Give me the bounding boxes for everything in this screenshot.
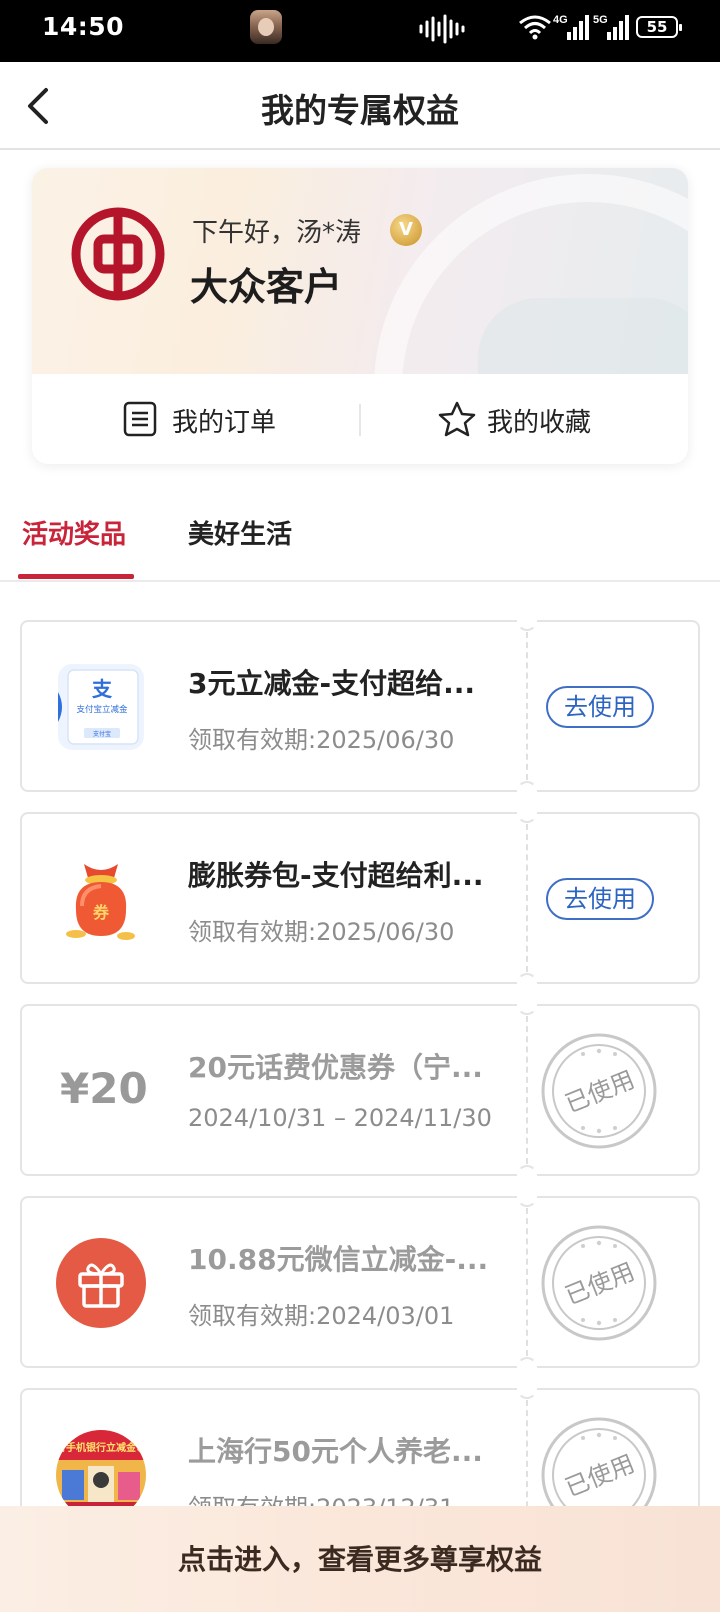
coupon-notch xyxy=(517,973,537,993)
member-card-header: 下午好，汤*涛 V 大众客户 xyxy=(32,168,688,374)
sound-wave-icon xyxy=(419,14,465,44)
coupon-notch xyxy=(517,1357,537,1377)
thumb-glyph-text: 支 xyxy=(92,677,113,701)
net-5g-label: 5G xyxy=(593,14,608,26)
my-favorites-label: 我的收藏 xyxy=(487,408,592,438)
thumb-caption-text: 支付宝立减金 xyxy=(76,704,128,715)
net-4g-label: 4G xyxy=(553,14,568,26)
boc-logo-icon xyxy=(71,207,165,301)
coupon-notch xyxy=(517,1379,537,1399)
coupon-title: 膨胀券包-支付超给利... xyxy=(188,859,484,892)
use-coupon-button[interactable]: 去使用 xyxy=(546,878,654,920)
coupon-notch xyxy=(517,611,537,631)
coupon-card[interactable]: 券 膨胀券包-支付超给利... 领取有效期:2025/06/30 去使用 xyxy=(20,803,700,993)
status-time: 14:50 xyxy=(42,12,125,41)
member-level: 大众客户 xyxy=(190,264,343,309)
active-tab-indicator xyxy=(18,574,134,579)
card-watermark-icon xyxy=(374,174,688,374)
coupon-title: 上海行50元个人养老... xyxy=(188,1435,483,1468)
tab-activity-prizes[interactable]: 活动奖品 xyxy=(22,514,126,551)
coupon-notch xyxy=(517,1165,537,1185)
signal-5g-icon: 5G xyxy=(593,14,629,40)
coupon-divider xyxy=(526,1208,528,1356)
coupon-card[interactable]: 支 支付宝立减金 支付宝 3元立减金-支付超给... 领取有效期:2025/06… xyxy=(20,611,700,801)
status-avatar-icon xyxy=(250,10,282,44)
coupon-validity: 2024/10/31 – 2024/11/30 xyxy=(188,1104,492,1132)
nav-bar: 我的专属权益 xyxy=(0,62,720,150)
coupon-price: ¥20 xyxy=(60,1064,148,1113)
greeting-text: 下午好，汤*涛 xyxy=(192,218,362,248)
coupon-notch xyxy=(517,781,537,801)
coupon-notch xyxy=(517,803,537,823)
coupon-notch xyxy=(517,995,537,1015)
more-benefits-text: 点击进入，查看更多尊享权益 xyxy=(177,1543,542,1576)
tab-bar: 活动奖品 美好生活 xyxy=(0,490,720,582)
coupon-title: 3元立减金-支付超给... xyxy=(188,667,476,700)
coupon-validity: 领取有效期:2024/03/01 xyxy=(188,1302,455,1330)
coupon-notch xyxy=(517,1187,537,1207)
tab-good-life[interactable]: 美好生活 xyxy=(188,514,292,551)
coupon-validity: 领取有效期:2025/06/30 xyxy=(188,918,455,946)
coupon-card[interactable]: ¥20 20元话费优惠券（宁... 2024/10/31 – 2024/11/3… xyxy=(20,995,700,1185)
status-bar: 14:50 4G 5G 55 xyxy=(0,0,720,62)
my-favorites-button[interactable]: 我的收藏 xyxy=(360,374,688,464)
coupon-bag-icon: 券 xyxy=(66,864,135,940)
vip-badge-icon: V xyxy=(390,214,422,246)
thumb-caption-text: 银行手机银行立减金领取 xyxy=(56,1441,146,1454)
page-title: 我的专属权益 xyxy=(261,91,459,130)
coupon-divider xyxy=(526,632,528,780)
alipay-voucher-icon: 支 支付宝立减金 支付宝 xyxy=(58,664,144,750)
thumb-brand-text: 支付宝 xyxy=(93,730,111,738)
wifi-icon xyxy=(519,15,551,40)
coupon-divider xyxy=(526,1016,528,1164)
coupon-validity: 领取有效期:2025/06/30 xyxy=(188,726,455,754)
coupon-title: 10.88元微信立减金-... xyxy=(188,1243,489,1276)
member-card: 下午好，汤*涛 V 大众客户 我的订单 我的收藏 xyxy=(32,168,688,464)
use-coupon-button[interactable]: 去使用 xyxy=(546,686,654,728)
coupon-card[interactable]: 10.88元微信立减金-... 领取有效期:2024/03/01 已使用 xyxy=(20,1187,700,1377)
more-benefits-banner[interactable]: 点击进入，查看更多尊享权益 xyxy=(0,1506,720,1612)
star-icon xyxy=(438,401,476,437)
my-orders-button[interactable]: 我的订单 xyxy=(32,374,360,464)
thumb-glyph-text: 券 xyxy=(92,903,110,922)
used-stamp-icon: 已使用 xyxy=(540,1032,658,1150)
order-list-icon xyxy=(123,401,157,437)
coupon-title: 20元话费优惠券（宁... xyxy=(188,1051,483,1084)
my-orders-label: 我的订单 xyxy=(172,408,277,438)
coupon-divider xyxy=(526,824,528,972)
signal-4g-icon: 4G xyxy=(553,14,589,40)
member-card-actions: 我的订单 我的收藏 xyxy=(32,374,688,464)
gift-icon xyxy=(56,1238,146,1328)
used-stamp-icon: 已使用 xyxy=(540,1224,658,1342)
battery-icon: 55 xyxy=(636,16,682,38)
